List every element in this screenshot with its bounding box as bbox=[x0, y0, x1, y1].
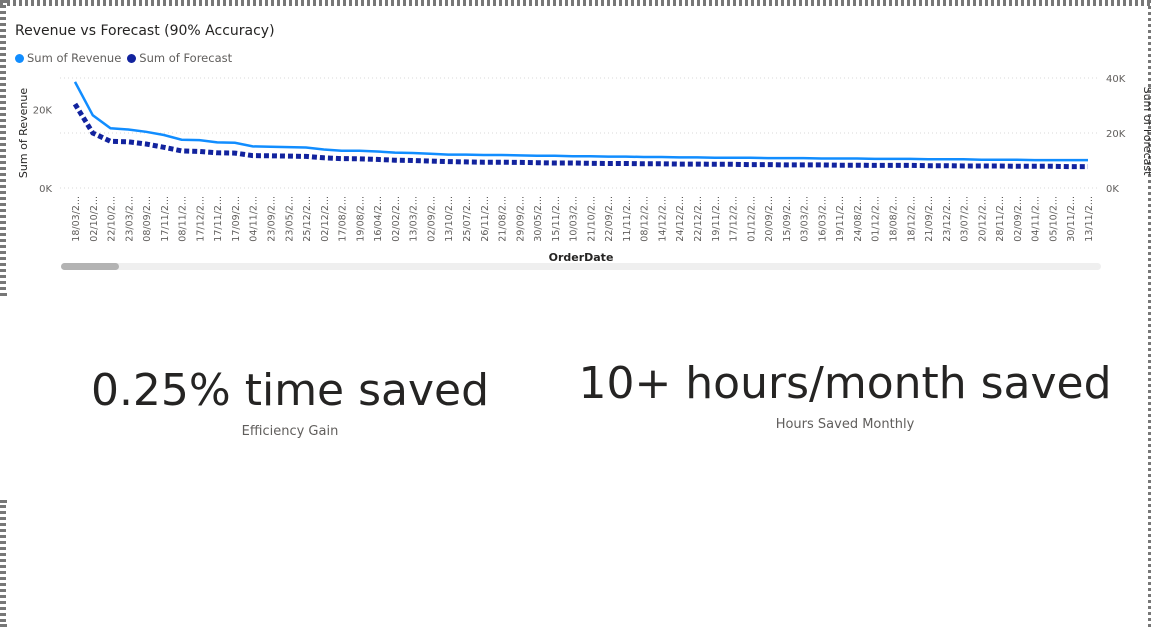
x-tick-label: 02/09/2... bbox=[1013, 196, 1024, 242]
revenue-forecast-chart[interactable]: Revenue vs Forecast (90% Accuracy) Sum o… bbox=[0, 0, 1151, 292]
kpi-value-hours: 10+ hours/month saved bbox=[578, 358, 1112, 409]
x-tick-label: 23/09/2... bbox=[266, 196, 277, 242]
x-tick-label: 13/11/2... bbox=[1084, 196, 1095, 242]
x-tick-label: 17/12/2... bbox=[729, 196, 740, 242]
x-tick-label: 02/10/2... bbox=[89, 196, 100, 242]
kpi-label-efficiency: Efficiency Gain bbox=[241, 424, 339, 439]
x-tick-label: 24/12/2... bbox=[675, 196, 686, 242]
x-tick-label: 04/11/2... bbox=[1031, 196, 1042, 242]
x-tick-label: 05/10/2... bbox=[1048, 196, 1059, 242]
x-tick-label: 28/11/2... bbox=[995, 196, 1006, 242]
x-tick-label: 19/11/2... bbox=[835, 196, 846, 242]
y-tick-label: 20K bbox=[33, 105, 53, 116]
x-tick-label: 03/07/2... bbox=[960, 196, 971, 242]
x-tick-label: 23/05/2... bbox=[284, 196, 295, 242]
chart-plot: 0K20K40K0K20KSum of Revenue Sum of Foreca… bbox=[17, 74, 1151, 264]
x-tick-label: 22/12/2... bbox=[693, 196, 704, 242]
report-canvas: Revenue vs Forecast (90% Accuracy) Sum o… bbox=[0, 0, 1151, 627]
series-line-revenue bbox=[73, 81, 1088, 162]
x-tick-label: 15/11/2... bbox=[551, 196, 562, 242]
x-tick-label: 11/11/2... bbox=[622, 196, 633, 242]
x-tick-label: 29/09/2... bbox=[515, 196, 526, 242]
x-tick-label: 30/05/2... bbox=[533, 196, 544, 242]
chart-horizontal-scrollbar[interactable] bbox=[61, 263, 1101, 270]
x-tick-label: 30/11/2... bbox=[1066, 196, 1077, 242]
scrollbar-thumb[interactable] bbox=[61, 263, 119, 270]
y2-tick-label: 40K bbox=[1106, 74, 1126, 85]
x-tick-label: 02/09/2... bbox=[426, 196, 437, 242]
x-tick-label: 21/09/2... bbox=[924, 196, 935, 242]
x-tick-label: 22/10/2... bbox=[107, 196, 118, 242]
x-tick-label: 08/12/2... bbox=[640, 196, 651, 242]
x-tick-label: 25/12/2... bbox=[302, 196, 313, 242]
x-tick-label: 10/03/2... bbox=[569, 196, 580, 242]
x-tick-label: 18/08/2... bbox=[889, 196, 900, 242]
y2-tick-label: 20K bbox=[1106, 129, 1126, 140]
x-tick-label: 20/12/2... bbox=[977, 196, 988, 242]
x-tick-label: 24/08/2... bbox=[853, 196, 864, 242]
x-tick-label: 22/09/2... bbox=[604, 196, 615, 242]
x-tick-label: 19/08/2... bbox=[355, 196, 366, 242]
x-tick-label: 17/11/2... bbox=[160, 196, 171, 242]
kpi-card-efficiency: 0.25% time saved Efficiency Gain bbox=[60, 365, 520, 439]
x-tick-label: 16/03/2... bbox=[817, 196, 828, 242]
x-tick-label: 25/07/2... bbox=[462, 196, 473, 242]
x-tick-label: 03/03/2... bbox=[800, 196, 811, 242]
x-tick-label: 23/03/2... bbox=[124, 196, 135, 242]
x-tick-label: 17/11/2... bbox=[213, 196, 224, 242]
x-tick-label: 02/02/2... bbox=[391, 196, 402, 242]
x-tick-label: 01/12/2... bbox=[871, 196, 882, 242]
y2-axis-title: Sum of Forecast bbox=[1141, 87, 1151, 176]
x-tick-label: 19/11/2... bbox=[711, 196, 722, 242]
x-tick-label: 17/08/2... bbox=[338, 196, 349, 242]
x-tick-label: 26/11/2... bbox=[480, 196, 491, 242]
kpi-card-hours: 10+ hours/month saved Hours Saved Monthl… bbox=[575, 358, 1115, 432]
x-tick-label: 21/08/2... bbox=[498, 196, 509, 242]
x-tick-label: 13/10/2... bbox=[444, 196, 455, 242]
x-tick-label: 23/12/2... bbox=[942, 196, 953, 242]
y-tick-label: 0K bbox=[39, 184, 52, 195]
x-tick-label: 18/03/2... bbox=[71, 196, 82, 242]
y2-tick-label: 0K bbox=[1106, 184, 1119, 195]
x-tick-label: 17/12/2... bbox=[195, 196, 206, 242]
x-tick-label: 01/12/2... bbox=[746, 196, 757, 242]
x-tick-label: 04/11/2... bbox=[249, 196, 260, 242]
x-tick-label: 20/09/2... bbox=[764, 196, 775, 242]
x-tick-label: 16/04/2... bbox=[373, 196, 384, 242]
visual-border-left-lower bbox=[0, 500, 6, 627]
x-tick-label: 08/09/2... bbox=[142, 196, 153, 242]
x-tick-label: 21/10/2... bbox=[586, 196, 597, 242]
x-tick-label: 13/03/2... bbox=[409, 196, 420, 242]
x-tick-label: 08/11/2... bbox=[178, 196, 189, 242]
kpi-value-efficiency: 0.25% time saved bbox=[90, 365, 490, 416]
x-tick-label: 17/09/2... bbox=[231, 196, 242, 242]
x-tick-label: 02/12/2... bbox=[320, 196, 331, 242]
kpi-label-hours: Hours Saved Monthly bbox=[775, 417, 915, 432]
y-axis-title: Sum of Revenue bbox=[17, 88, 30, 178]
x-tick-label: 14/12/2... bbox=[657, 196, 668, 242]
x-tick-label: 15/09/2... bbox=[782, 196, 793, 242]
x-tick-label: 18/12/2... bbox=[906, 196, 917, 242]
